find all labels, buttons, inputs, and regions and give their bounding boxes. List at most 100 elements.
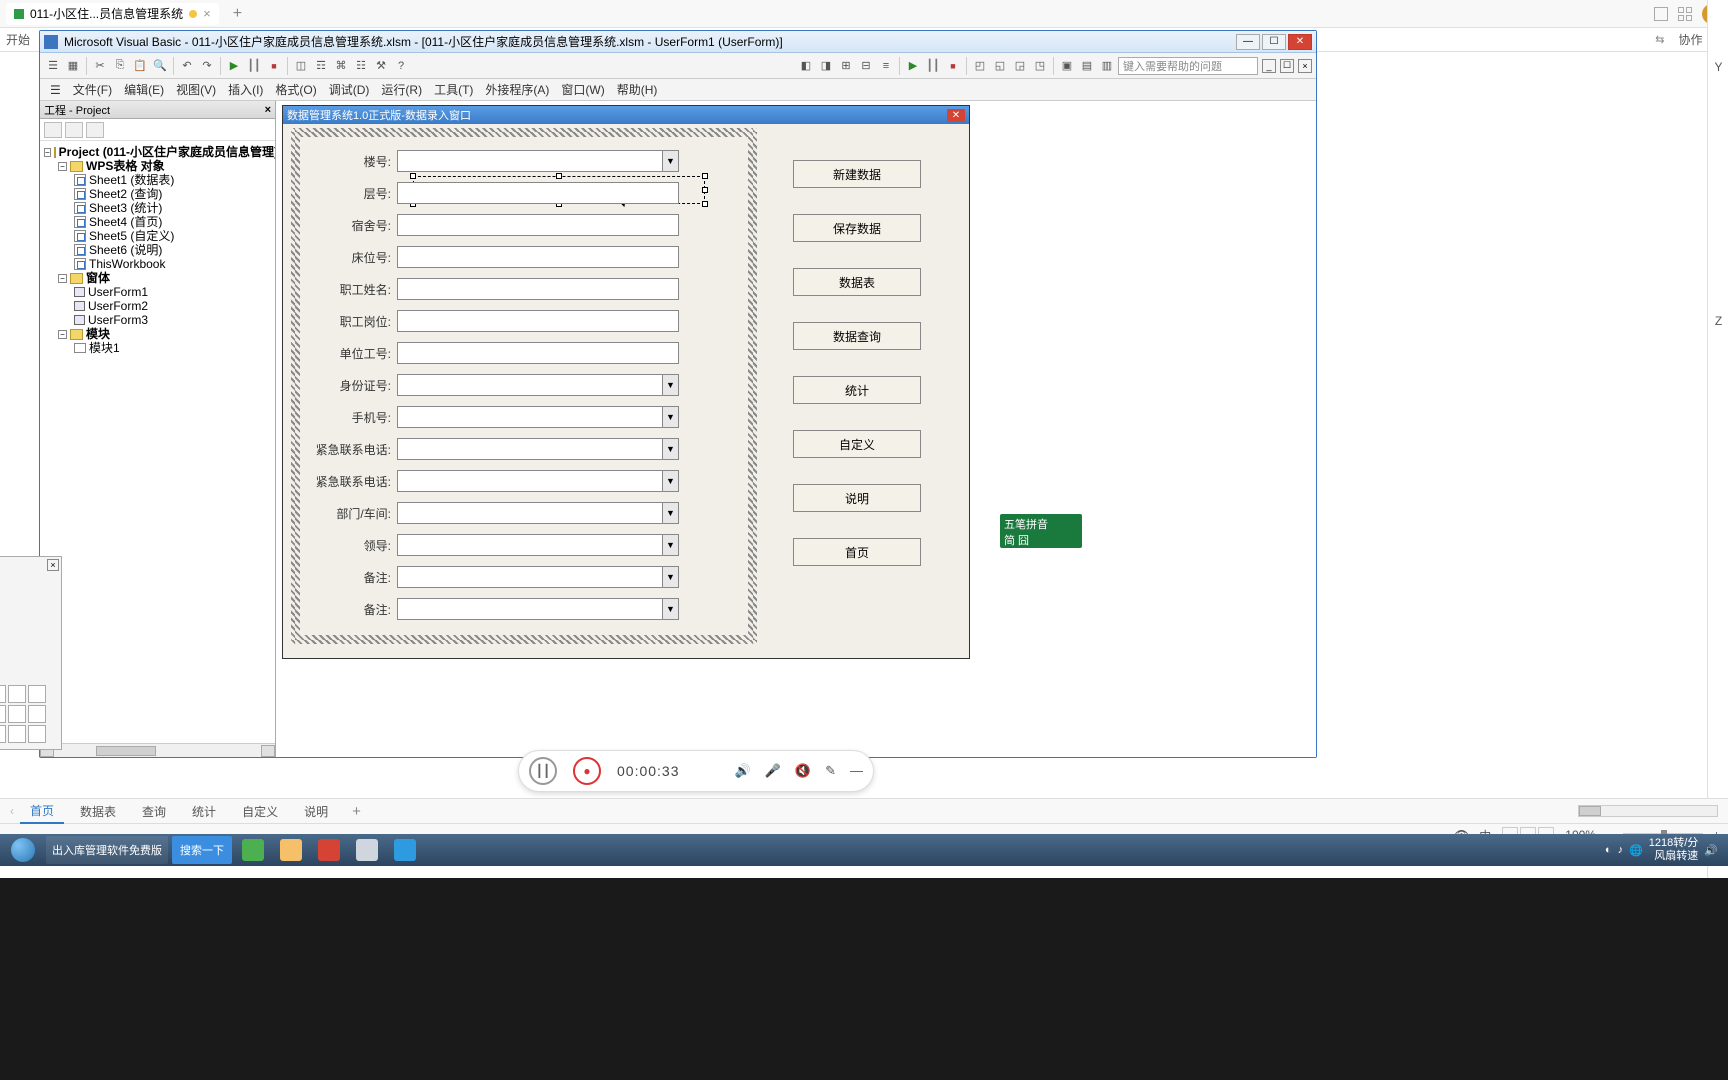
btn-home[interactable]: 首页 (793, 538, 921, 566)
proj-tb-2[interactable] (65, 122, 83, 138)
tb-properties-icon[interactable]: ⌘ (332, 57, 350, 75)
tool-11[interactable] (8, 725, 26, 743)
dropdown-icon[interactable]: ▼ (662, 407, 678, 427)
system-tray[interactable]: ◐ ♪ 🌐 1218转/分 风扇转速 🔊 (1605, 837, 1724, 863)
tool-4[interactable] (28, 685, 46, 703)
stop-button[interactable]: ■ (265, 57, 283, 75)
subwin-max[interactable]: ☐ (1280, 59, 1294, 73)
tb-cut-icon[interactable]: ✂ (91, 57, 109, 75)
btn-save[interactable]: 保存数据 (793, 214, 921, 242)
input-gonghao[interactable] (397, 342, 679, 364)
collab-icon[interactable]: ⇆ (1655, 33, 1664, 46)
ime-floating-widget[interactable]: 五笔拼音 简 囧 (1000, 514, 1082, 548)
toolbox-close-icon[interactable]: × (47, 559, 59, 571)
minimize-recorder-icon[interactable]: — (850, 763, 863, 779)
tab-query[interactable]: 查询 (132, 800, 176, 823)
menu-tools[interactable]: 工具(T) (430, 79, 477, 100)
screen-recorder-bar[interactable]: ┃┃ ● 00:00:33 🔊 🎤 🔇 ✎ — (518, 750, 874, 792)
forms-folder[interactable]: 窗体 (86, 271, 110, 285)
tb2-5[interactable]: ≡ (877, 57, 895, 75)
mute-icon[interactable]: 🔇 (795, 763, 811, 779)
tb-design-icon[interactable]: ◫ (292, 57, 310, 75)
recorder-stop-button[interactable]: ● (573, 757, 601, 785)
tb-help-icon[interactable]: ? (392, 57, 410, 75)
tb-project-icon[interactable]: ☶ (312, 57, 330, 75)
tb4-1[interactable]: ▣ (1058, 57, 1076, 75)
project-hscrollbar[interactable] (40, 743, 275, 757)
tb2-4[interactable]: ⊟ (857, 57, 875, 75)
proj-root[interactable]: Project (011-小区住户家庭成员信息管理) (59, 145, 275, 159)
tb2-1[interactable]: ◧ (797, 57, 815, 75)
project-panel-title[interactable]: 工程 - Project × (40, 101, 275, 119)
btn-help[interactable]: 说明 (793, 484, 921, 512)
sheet4[interactable]: Sheet4 (首页) (89, 215, 162, 229)
tool-8[interactable] (28, 705, 46, 723)
menu-run[interactable]: 运行(R) (377, 79, 426, 100)
sheet6[interactable]: Sheet6 (说明) (89, 243, 162, 257)
subwin-min[interactable]: _ (1262, 59, 1276, 73)
ribbon-tab-collab[interactable]: 协作 (1678, 31, 1702, 48)
sheet1[interactable]: Sheet1 (数据表) (89, 173, 174, 187)
add-sheet-button[interactable]: + (344, 803, 369, 820)
tb-view-icon[interactable]: ☰ (44, 57, 62, 75)
taskbar-app-wps[interactable] (312, 836, 346, 864)
tab-custom[interactable]: 自定义 (232, 800, 288, 823)
menu-view[interactable]: 视图(V) (172, 79, 220, 100)
minimize-button[interactable]: — (1236, 34, 1260, 50)
maximize-button[interactable]: ☐ (1262, 34, 1286, 50)
taskbar-app-recorder[interactable] (388, 836, 422, 864)
pause-button[interactable]: ┃┃ (245, 57, 263, 75)
modules-folder[interactable]: 模块 (86, 327, 110, 341)
subwin-close[interactable]: × (1298, 59, 1312, 73)
userform-body[interactable]: 楼号:▼ 层号: 宿舍号: 床位号: 职工姓名: 职工岗位: 单位工号: 身份证… (283, 124, 969, 658)
ribbon-tab-start[interactable]: 开始 (6, 31, 30, 48)
document-tab[interactable]: 011-小区住...员信息管理系统 × (6, 3, 219, 25)
input-xingming[interactable] (397, 278, 679, 300)
tb-redo-icon[interactable]: ↷ (198, 57, 216, 75)
tb-find-icon[interactable]: 🔍 (151, 57, 169, 75)
taskbar-app-vbe[interactable] (350, 836, 384, 864)
combo-remark2[interactable]: ▼ (397, 598, 679, 620)
volume-icon[interactable]: 🔊 (735, 763, 751, 779)
tabs-prev-icon[interactable]: ‹ (10, 804, 14, 818)
combo-em2[interactable]: ▼ (397, 470, 679, 492)
btn-new[interactable]: 新建数据 (793, 160, 921, 188)
dropdown-icon[interactable]: ▼ (662, 439, 678, 459)
proj-tb-3[interactable] (86, 122, 104, 138)
sheet-scroll-thumb[interactable] (1579, 806, 1601, 816)
menu-icon[interactable]: ☰ (46, 81, 65, 99)
tool-12[interactable] (28, 725, 46, 743)
dropdown-icon[interactable]: ▼ (662, 535, 678, 555)
recorder-pause-button[interactable]: ┃┃ (529, 757, 557, 785)
dropdown-icon[interactable]: ▼ (662, 567, 678, 587)
tab-stat[interactable]: 统计 (182, 800, 226, 823)
input-gangwei[interactable] (397, 310, 679, 332)
userform1[interactable]: UserForm1 (88, 285, 148, 299)
module1[interactable]: 模块1 (89, 341, 120, 355)
proj-objects[interactable]: WPS表格 对象 (86, 159, 165, 173)
tb2-2[interactable]: ◨ (817, 57, 835, 75)
menu-edit[interactable]: 编辑(E) (120, 79, 168, 100)
vbe-titlebar[interactable]: Microsoft Visual Basic - 011-小区住户家庭成员信息管… (40, 31, 1316, 53)
taskbar-app-browser[interactable] (236, 836, 270, 864)
combo-dept[interactable]: ▼ (397, 502, 679, 524)
tray-icon-4[interactable]: 🔊 (1704, 844, 1718, 857)
btn-table[interactable]: 数据表 (793, 268, 921, 296)
tray-icon-3[interactable]: 🌐 (1629, 844, 1643, 857)
combo-em1[interactable]: ▼ (397, 438, 679, 460)
tab-home[interactable]: 首页 (20, 799, 64, 824)
taskbar-app-explorer[interactable] (274, 836, 308, 864)
userform2[interactable]: UserForm2 (88, 299, 148, 313)
btn-custom[interactable]: 自定义 (793, 430, 921, 458)
tb-undo-icon[interactable]: ↶ (178, 57, 196, 75)
btn-query[interactable]: 数据查询 (793, 322, 921, 350)
sheet3[interactable]: Sheet3 (统计) (89, 201, 162, 215)
userform-titlebar[interactable]: 数据管理系统1.0正式版-数据录入窗口 ✕ (283, 106, 969, 124)
input-cenghao[interactable] (397, 182, 679, 204)
tool-3[interactable] (8, 685, 26, 703)
menu-file[interactable]: 文件(F) (69, 79, 116, 100)
layout-icon-1[interactable] (1654, 7, 1668, 21)
sheet2[interactable]: Sheet2 (查询) (89, 187, 162, 201)
start-button[interactable] (4, 836, 42, 864)
tb4-3[interactable]: ▥ (1098, 57, 1116, 75)
